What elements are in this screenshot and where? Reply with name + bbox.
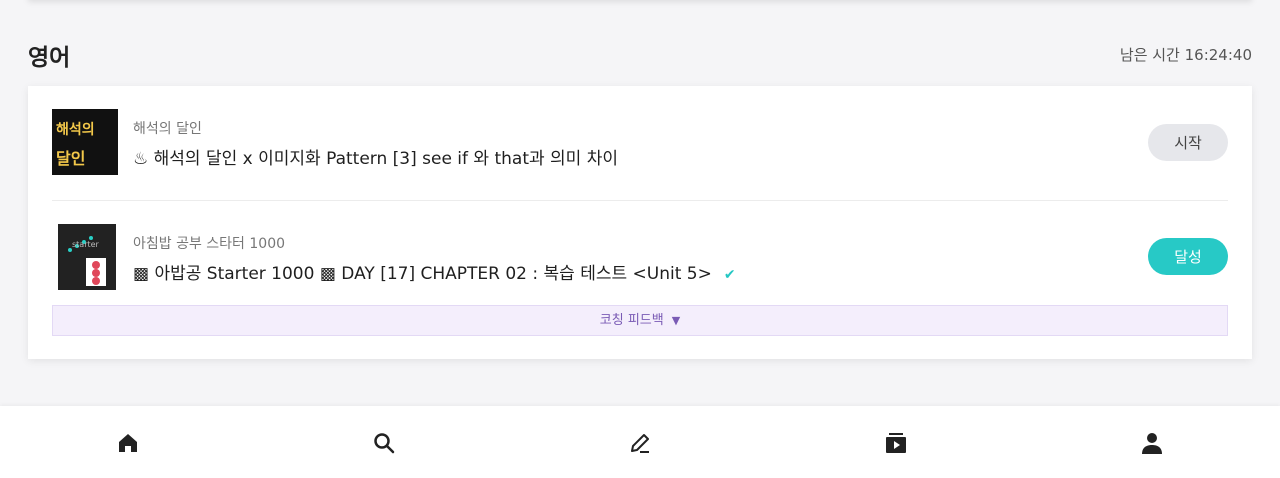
chevron-down-icon: ▼ xyxy=(671,314,681,327)
thumbnail-text: starter xyxy=(72,240,99,249)
nav-search-icon[interactable] xyxy=(372,431,396,455)
course-name: 아침밥 공부 스타터 1000 xyxy=(133,236,286,252)
feedback-label: 코칭 피드백 xyxy=(599,313,664,328)
coaching-feedback-toggle[interactable]: 코칭 피드백 ▼ xyxy=(52,305,1228,336)
lesson-item[interactable]: 해석의 달인 해석의 달인 ♨ 해석의 달인 x 이미지화 Pattern [3… xyxy=(52,86,1228,201)
achieved-button[interactable]: 달성 xyxy=(1148,238,1228,275)
start-button[interactable]: 시작 xyxy=(1148,124,1228,161)
check-icon: ✔ xyxy=(723,267,736,283)
nav-profile-icon[interactable] xyxy=(1140,431,1164,455)
time-remaining: 남은 시간 16:24:40 xyxy=(1119,46,1252,64)
lesson-title: ♨ 해석의 달인 x 이미지화 Pattern [3] see if 와 tha… xyxy=(133,149,618,169)
nav-pencil-icon[interactable] xyxy=(628,431,652,455)
section-title: 영어 xyxy=(28,45,71,71)
thumbnail-text: 해석의 xyxy=(56,122,95,138)
lesson-thumbnail: 해석의 달인 xyxy=(52,109,118,175)
lesson-card: 해석의 달인 해석의 달인 ♨ 해석의 달인 x 이미지화 Pattern [3… xyxy=(28,86,1252,359)
nav-media-icon[interactable] xyxy=(884,431,908,455)
lesson-item[interactable]: starter 아침밥 공부 스타터 1000 ▩ 아밥공 Starter 10… xyxy=(52,201,1228,305)
lesson-title: ▩ 아밥공 Starter 1000 ▩ DAY [17] CHAPTER 02… xyxy=(133,264,736,284)
thumbnail-text: 달인 xyxy=(56,149,86,168)
course-name: 해석의 달인 xyxy=(133,121,202,137)
section-header: 영어 남은 시간 16:24:40 xyxy=(28,38,1252,74)
nav-home-icon[interactable] xyxy=(116,431,140,455)
lesson-thumbnail: starter xyxy=(58,224,116,290)
card-illustration xyxy=(86,258,106,286)
bottom-nav xyxy=(0,406,1280,478)
